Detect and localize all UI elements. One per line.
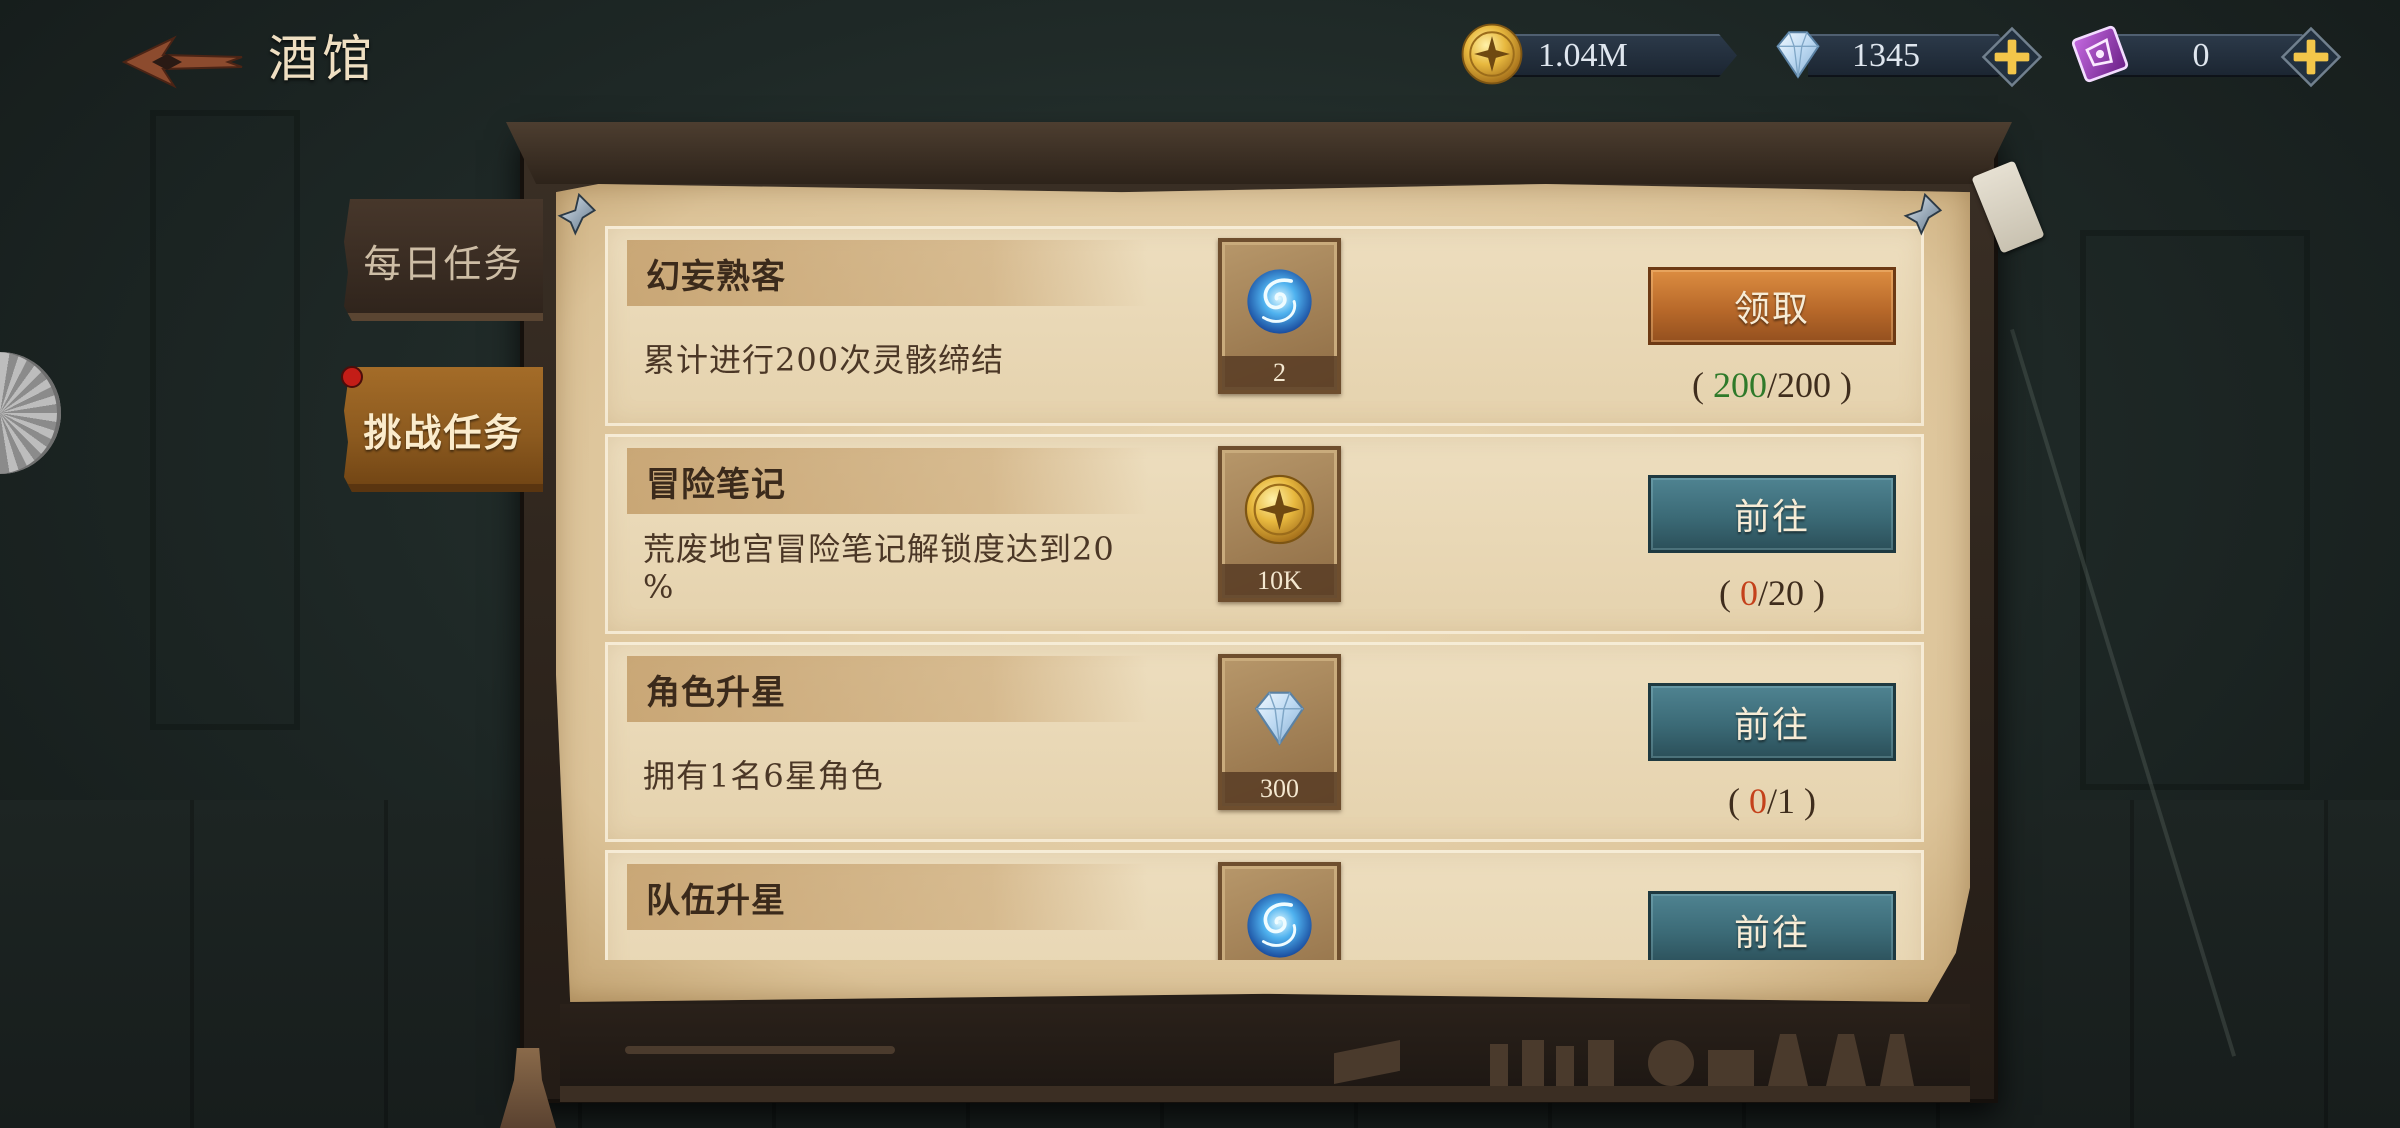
reward-amount: 300 <box>1222 772 1337 806</box>
reward-card[interactable]: 2 <box>1218 238 1341 394</box>
task-title: 角色升星 <box>646 672 786 713</box>
add-diamond-button[interactable] <box>1981 26 2043 88</box>
task-progress: 200200 <box>1648 365 1896 405</box>
reward-amount: 10K <box>1222 564 1337 598</box>
progress-current: 200 <box>1712 365 1767 405</box>
task-row: 队伍升星 前往 <box>605 850 1924 960</box>
tab-label: 每日任务 <box>363 241 524 286</box>
back-arrow-icon <box>122 35 243 89</box>
reward-card[interactable]: 10K <box>1218 446 1341 602</box>
task-progress: 01 <box>1648 781 1896 821</box>
purple-ticket-icon <box>2066 20 2134 88</box>
progress-target: 200 <box>1767 365 1831 405</box>
pin-icon <box>556 191 602 237</box>
progress-target: 20 <box>1758 573 1804 613</box>
diamond-amount: 1345 <box>1852 37 1920 74</box>
go-button[interactable]: 前往 <box>1648 475 1896 553</box>
shelf-box <box>1708 1050 1754 1086</box>
ticket-amount: 0 <box>2192 37 2210 74</box>
task-progress: 020 <box>1648 573 1896 613</box>
progress-target: 1 <box>1767 781 1795 821</box>
quest-board-top-beam <box>506 122 2012 184</box>
blue-spirit-icon <box>1243 265 1316 338</box>
shelf-bottle <box>1556 1046 1574 1086</box>
task-list[interactable]: 幻妄熟客 累计进行200次灵骸缔结 2 领取 200200 冒险笔记 荒废地宫冒… <box>605 226 1924 960</box>
task-title-band: 幻妄熟客 <box>627 240 1148 306</box>
blue-spirit-icon <box>1243 889 1316 960</box>
task-title-band: 角色升星 <box>627 656 1148 722</box>
pin-icon <box>1902 191 1948 237</box>
add-ticket-button[interactable] <box>2280 26 2342 88</box>
shelf-ring <box>1648 1040 1694 1086</box>
tab-daily-tasks[interactable]: 每日任务 <box>344 199 543 321</box>
go-button-label: 前往 <box>1733 913 1810 954</box>
tab-challenge-tasks[interactable]: 挑战任务 <box>344 367 543 492</box>
claim-button-label: 领取 <box>1733 289 1810 330</box>
shelf-bottle <box>1522 1040 1544 1086</box>
back-button[interactable] <box>122 34 244 90</box>
progress-current: 0 <box>1748 781 1767 821</box>
task-title-band: 冒险笔记 <box>627 448 1148 514</box>
shelf-decoration <box>625 1046 895 1054</box>
go-button[interactable]: 前往 <box>1648 683 1896 761</box>
task-row: 冒险笔记 荒废地宫冒险笔记解锁度达到20% 10K 前往 020 <box>605 434 1924 634</box>
task-description: 荒废地宫冒险笔记解锁度达到20% <box>643 530 1115 606</box>
notification-badge <box>341 366 363 388</box>
task-description-area: 荒废地宫冒险笔记解锁度达到20% <box>643 516 1123 620</box>
reward-amount: 2 <box>1222 356 1337 390</box>
go-button-label: 前往 <box>1733 705 1810 746</box>
task-title: 冒险笔记 <box>646 464 786 505</box>
diamond-icon <box>1766 22 1830 86</box>
task-description-area: 累计进行200次灵骸缔结 <box>643 308 1123 412</box>
progress-current: 0 <box>1739 573 1758 613</box>
task-description: 累计进行200次灵骸缔结 <box>643 341 1005 379</box>
wall-window-right <box>2080 230 2310 790</box>
reward-card[interactable] <box>1218 862 1341 960</box>
task-description: 拥有1名6星角色 <box>643 757 884 795</box>
task-row: 角色升星 拥有1名6星角色 300 前往 01 <box>605 642 1924 842</box>
shelf-jar <box>1588 1040 1614 1086</box>
plus-icon <box>2281 27 2341 87</box>
page-title: 酒馆 <box>268 30 376 88</box>
claim-button[interactable]: 领取 <box>1648 267 1896 345</box>
diamond-icon <box>1243 681 1316 754</box>
go-button-label: 前往 <box>1733 497 1810 538</box>
task-title: 队伍升星 <box>646 880 786 921</box>
reward-card[interactable]: 300 <box>1218 654 1341 810</box>
wall-window-left <box>150 110 300 730</box>
tab-label: 挑战任务 <box>363 410 524 455</box>
gold-coin-icon <box>1243 473 1316 546</box>
task-description-area: 拥有1名6星角色 <box>643 724 1123 828</box>
task-row: 幻妄熟客 累计进行200次灵骸缔结 2 领取 200200 <box>605 226 1924 426</box>
task-title-band: 队伍升星 <box>627 864 1148 930</box>
gold-coin-icon <box>1460 22 1524 86</box>
task-title: 幻妄熟客 <box>646 256 786 297</box>
go-button[interactable]: 前往 <box>1648 891 1896 960</box>
shelf-board <box>560 1086 1970 1102</box>
gold-amount: 1.04M <box>1538 37 1628 74</box>
plus-icon <box>1982 27 2042 87</box>
shelf-bottle <box>1490 1044 1508 1086</box>
gold-amount-pill: 1.04M <box>1500 34 1737 77</box>
